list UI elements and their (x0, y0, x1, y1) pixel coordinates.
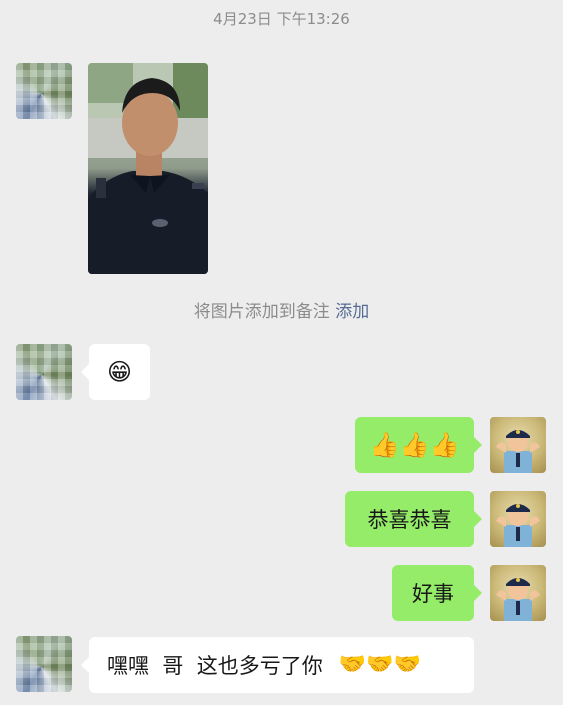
add-link[interactable]: 添加 (335, 302, 369, 322)
chat-timestamp: 4月23日 下午13:26 (213, 10, 350, 28)
message-text: 恭喜恭喜 (367, 508, 452, 532)
message-bubble-right[interactable]: 恭喜恭喜 (345, 491, 482, 547)
image-message[interactable] (88, 63, 208, 274)
my-avatar[interactable] (490, 565, 546, 621)
contact-avatar[interactable] (16, 636, 72, 692)
thumbs-up-emoji-icon: 👍👍👍 (369, 431, 460, 459)
message-bubble-left[interactable]: 嘿嘿 哥 这也多亏了你 🤝🤝🤝 (81, 637, 474, 693)
police-cartoon-icon (496, 578, 540, 621)
police-cartoon-icon (496, 430, 540, 473)
message-text: 好事 (412, 582, 454, 606)
message-bubble-right[interactable]: 好事 (392, 565, 482, 621)
add-image-to-remark-notice: 将图片添加到备注 添加 (0, 297, 563, 322)
my-avatar[interactable] (490, 417, 546, 473)
message-bubble-left[interactable]: 😁 (81, 344, 150, 400)
grinning-face-emoji-icon: 😁 (106, 358, 133, 386)
message-bubble-right[interactable]: 👍👍👍 (355, 417, 482, 473)
handshake-emoji-icon: 🤝🤝🤝 (338, 652, 421, 677)
police-cartoon-icon (496, 504, 540, 547)
my-avatar[interactable] (490, 491, 546, 547)
selfie-photo (88, 63, 208, 274)
message-text: 嘿嘿 哥 这也多亏了你 (107, 654, 323, 678)
contact-avatar[interactable] (16, 63, 72, 119)
notice-text: 将图片添加到备注 (193, 302, 330, 322)
contact-avatar[interactable] (16, 344, 72, 400)
